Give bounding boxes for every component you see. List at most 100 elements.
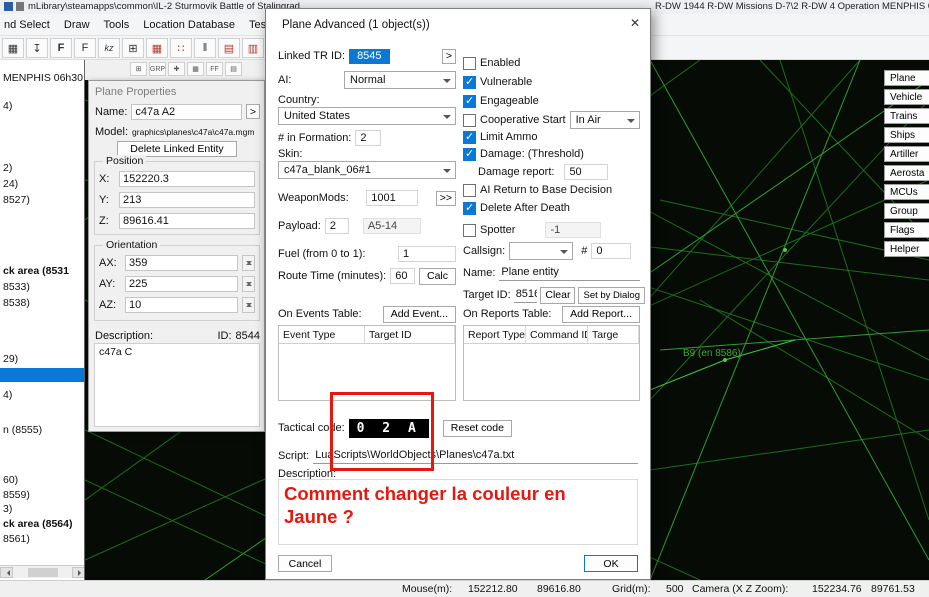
set-by-dialog-button[interactable]: Set by Dialog xyxy=(578,287,645,304)
events-table[interactable]: Event Type Target ID xyxy=(278,325,456,401)
tree-item[interactable]: ck area (8564) xyxy=(3,518,72,531)
category-vehicles-button[interactable]: Vehicle xyxy=(884,89,929,105)
ay-spinner[interactable] xyxy=(242,276,255,292)
font-bold-icon[interactable]: F xyxy=(50,38,72,58)
cancel-button[interactable]: Cancel xyxy=(278,555,332,572)
limit-ammo-checkbox[interactable] xyxy=(463,131,476,144)
category-helpers-button[interactable]: Helper xyxy=(884,241,929,257)
tree-item-selected[interactable] xyxy=(0,368,85,382)
reset-code-button[interactable]: Reset code xyxy=(443,420,512,437)
y-input[interactable]: 213 xyxy=(119,192,255,208)
damage-threshold-checkbox[interactable] xyxy=(463,148,476,161)
formation-input[interactable]: 2 xyxy=(355,130,381,146)
tree-item[interactable]: 8533) xyxy=(3,281,30,294)
font-icon[interactable]: F xyxy=(74,38,96,58)
bridge-icon[interactable]: ‖ xyxy=(194,38,216,58)
description-textarea[interactable]: c47a C xyxy=(94,343,260,427)
dots-grid-icon[interactable]: ∷ xyxy=(170,38,192,58)
menu-item-draw[interactable]: Draw xyxy=(64,19,90,31)
add-report-button[interactable]: Add Report... xyxy=(562,306,640,323)
import-icon[interactable]: ↧ xyxy=(26,38,48,58)
cross-icon[interactable]: ✚ xyxy=(168,62,185,76)
ok-button[interactable]: OK xyxy=(584,555,638,572)
calc-button[interactable]: Calc xyxy=(419,268,456,285)
window-icon[interactable]: ▦ xyxy=(2,38,24,58)
spotter-checkbox[interactable] xyxy=(463,224,476,237)
mini-grid-icon[interactable]: ⊞ xyxy=(130,62,147,76)
damage-report-input[interactable]: 50 xyxy=(564,164,608,180)
hatch-icon[interactable]: ▤ xyxy=(218,38,240,58)
name-goto-button[interactable]: > xyxy=(246,104,260,119)
ff-icon[interactable]: FF xyxy=(206,62,223,76)
category-planes-button[interactable]: Plane xyxy=(884,70,929,86)
tree-item[interactable]: 3) xyxy=(3,503,12,516)
scroll-left-icon[interactable] xyxy=(0,567,13,578)
country-select[interactable]: United States xyxy=(278,107,456,125)
reports-column-target[interactable]: Targe xyxy=(588,326,639,343)
scrollbar-thumb[interactable] xyxy=(28,568,58,577)
category-mcus-button[interactable]: MCUs xyxy=(884,184,929,200)
fuel-input[interactable]: 1 xyxy=(398,246,456,262)
reports-table[interactable]: Report Type Command ID Targe xyxy=(463,325,640,401)
x-input[interactable]: 152220.3 xyxy=(119,171,255,187)
entity-name-input[interactable]: Plane entity xyxy=(499,266,640,281)
menu-item-tools[interactable]: Tools xyxy=(104,19,130,31)
z-input[interactable]: 89616.41 xyxy=(119,213,255,229)
scroll-right-icon[interactable] xyxy=(72,567,85,578)
callsign-select[interactable] xyxy=(509,242,573,260)
goto-linked-button[interactable]: > xyxy=(442,49,456,64)
target-id-input[interactable]: 8516 xyxy=(514,288,538,303)
category-aerostats-button[interactable]: Aerosta xyxy=(884,165,929,181)
weaponmods-button[interactable]: >> xyxy=(436,191,456,206)
tree-item[interactable]: 29) xyxy=(3,353,18,366)
menu-item-select[interactable]: nd Select xyxy=(4,19,50,31)
close-icon[interactable]: ✕ xyxy=(630,16,640,30)
az-input[interactable]: 10 xyxy=(125,297,238,313)
reports-column-report-type[interactable]: Report Type xyxy=(464,326,526,343)
tree-item[interactable]: 4) xyxy=(3,100,12,113)
enabled-checkbox[interactable] xyxy=(463,57,476,70)
tree-item[interactable]: 8559) xyxy=(3,489,30,502)
tree-item[interactable]: 4) xyxy=(3,389,12,402)
name-input[interactable]: c47a A2 xyxy=(131,104,241,120)
tree-item[interactable]: 24) xyxy=(3,178,18,191)
tree-item[interactable]: 8538) xyxy=(3,297,30,310)
menu-item-location-database[interactable]: Location Database xyxy=(143,19,235,31)
ax-input[interactable]: 359 xyxy=(125,255,238,271)
ai-return-checkbox[interactable] xyxy=(463,184,476,197)
payload-input[interactable]: 2 xyxy=(325,218,349,234)
tree-item[interactable]: 8561) xyxy=(3,533,30,546)
tree-item[interactable]: 2) xyxy=(3,162,12,175)
engageable-checkbox[interactable] xyxy=(463,95,476,108)
category-flags-button[interactable]: Flags xyxy=(884,222,929,238)
ax-spinner[interactable] xyxy=(242,255,255,271)
ay-input[interactable]: 225 xyxy=(125,276,238,292)
mission-object-tree[interactable]: MENPHIS 06h30 4) 2) 24) 8527) ck area (8… xyxy=(0,60,85,580)
skin-select[interactable]: c47a_blank_06#1 xyxy=(278,161,456,179)
clear-button[interactable]: Clear xyxy=(540,287,575,304)
route-time-input[interactable]: 60 xyxy=(390,268,415,284)
tree-horizontal-scrollbar[interactable] xyxy=(0,565,85,578)
category-groups-button[interactable]: Group xyxy=(884,203,929,219)
add-event-button[interactable]: Add Event... xyxy=(383,306,456,323)
ai-select[interactable]: Normal xyxy=(344,71,456,89)
events-column-target-id[interactable]: Target ID xyxy=(365,326,455,343)
az-spinner[interactable] xyxy=(242,297,255,313)
callsign-number-input[interactable]: 0 xyxy=(591,243,631,259)
tree-item[interactable]: 8527) xyxy=(3,194,30,207)
tree-item[interactable]: ck area (8531 xyxy=(3,265,69,278)
category-trains-button[interactable]: Trains xyxy=(884,108,929,124)
grid-icon[interactable]: ⊞ xyxy=(122,38,144,58)
reports-column-command-id[interactable]: Command ID xyxy=(526,326,588,343)
delete-after-death-checkbox[interactable] xyxy=(463,202,476,215)
kz-icon[interactable]: kz xyxy=(98,38,120,58)
mesh-icon[interactable]: ▦ xyxy=(187,62,204,76)
category-artillery-button[interactable]: Artiller xyxy=(884,146,929,162)
tree-item[interactable]: 60) xyxy=(3,474,18,487)
rails-icon[interactable]: ▥ xyxy=(242,38,264,58)
weaponmods-input[interactable]: 1001 xyxy=(366,190,418,206)
cooperative-start-checkbox[interactable] xyxy=(463,114,476,127)
tree-item[interactable]: MENPHIS 06h30 xyxy=(3,72,83,85)
cooperative-start-select[interactable]: In Air xyxy=(570,111,640,129)
linked-tr-input[interactable]: 8545 xyxy=(349,49,389,64)
